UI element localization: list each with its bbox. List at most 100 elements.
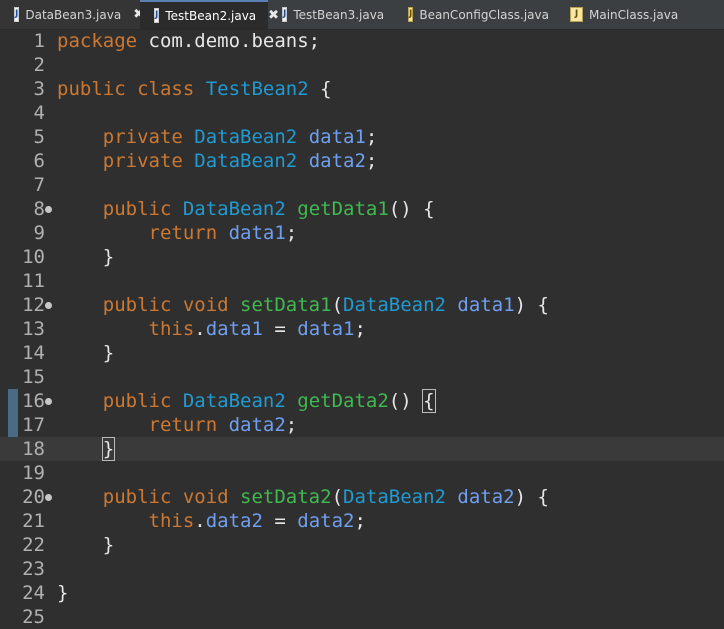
tab-beanconfigclass-java[interactable]: J BeanConfigClass.java (394, 0, 556, 29)
code-token: return (148, 222, 229, 244)
code-line-17[interactable]: 17 return data2; (0, 413, 724, 437)
matching-bracket: } (101, 437, 116, 461)
code-token: } (57, 246, 115, 268)
code-token: private (102, 150, 195, 172)
code-line-18[interactable]: 18 } (0, 437, 724, 461)
code-line-21[interactable]: 21 this.data2 = data2; (0, 509, 724, 533)
tab-testbean2-java[interactable]: J TestBean2.java ✖ (140, 0, 279, 29)
code-token: public class (57, 78, 206, 100)
code-line-13[interactable]: 13 this.data1 = data1; (0, 317, 724, 341)
code-line-11[interactable]: 11 (0, 269, 724, 293)
code-text: return data2; (57, 413, 298, 437)
code-token: public (102, 390, 183, 412)
code-text: } (57, 245, 114, 269)
code-line-6[interactable]: 6 private DataBean2 data2; (0, 149, 724, 173)
code-token: getData1 (297, 198, 389, 220)
code-line-14[interactable]: 14 } (0, 341, 724, 365)
tab-label: TestBean2.java (165, 8, 257, 23)
line-number: 2 (33, 54, 45, 76)
code-line-4[interactable]: 4 (0, 101, 724, 125)
code-line-19[interactable]: 19 (0, 461, 724, 485)
code-token: data1 (205, 318, 263, 340)
code-token: ; (365, 150, 378, 172)
tab-label: BeanConfigClass.java (419, 7, 549, 22)
line-number: 4 (33, 102, 45, 124)
code-token: data1 (308, 126, 366, 148)
code-token: setData2 (240, 486, 332, 508)
code-line-16[interactable]: 16 public DataBean2 getData2() { (0, 389, 724, 413)
fold-toggle-icon[interactable] (45, 302, 52, 309)
fold-toggle-icon[interactable] (45, 206, 52, 213)
code-token: data2 (308, 150, 366, 172)
code-token: ) { (514, 294, 549, 316)
code-token: ; (365, 126, 378, 148)
code-token: ( (331, 486, 344, 508)
code-text: return data1; (57, 221, 298, 245)
code-text: } (57, 581, 68, 605)
code-token: data1 (457, 294, 515, 316)
code-line-10[interactable]: 10 } (0, 245, 724, 269)
code-token: data2 (457, 486, 515, 508)
code-token: } (57, 534, 115, 556)
code-line-24[interactable]: 24} (0, 581, 724, 605)
code-line-8[interactable]: 8 public DataBean2 getData1() { (0, 197, 724, 221)
code-token: public void (102, 486, 241, 508)
code-text: } (57, 341, 114, 365)
tab-databean3-java[interactable]: J DataBean3.java ✖ (0, 0, 144, 29)
code-token: package (57, 30, 138, 52)
code-line-9[interactable]: 9 return data1; (0, 221, 724, 245)
code-token: TestBean2 (205, 78, 309, 100)
code-line-25[interactable]: 25 (0, 605, 724, 629)
code-token: DataBean2 (194, 150, 298, 172)
fold-toggle-icon[interactable] (45, 398, 52, 405)
matching-bracket: { (422, 389, 436, 413)
code-line-2[interactable]: 2 (0, 53, 724, 77)
line-number: 5 (33, 126, 45, 148)
code-text: public DataBean2 getData1() { (57, 197, 435, 221)
code-token: ; (285, 222, 298, 244)
code-token: private (102, 126, 195, 148)
code-text: this.data1 = data1; (57, 317, 366, 341)
code-token: . (194, 510, 206, 532)
line-number: 14 (22, 342, 45, 364)
code-line-3[interactable]: 3 public class TestBean2 { (0, 77, 724, 101)
java-file-icon: J (154, 8, 160, 23)
code-token: com.demo.beans; (137, 30, 321, 52)
tab-testbean3-java[interactable]: J TestBean3.java (268, 0, 394, 29)
code-editor[interactable]: 1 package com.demo.beans; 2 3 public class T… (0, 29, 724, 628)
code-line-5[interactable]: 5 private DataBean2 data1; (0, 125, 724, 149)
code-token: () { (388, 198, 435, 220)
code-text: private DataBean2 data2; (57, 149, 378, 173)
code-line-12[interactable]: 12 public void setData1(DataBean2 data1)… (0, 293, 724, 317)
line-number: 20 (22, 486, 45, 508)
line-number: 17 (22, 414, 45, 436)
code-token: data2 (297, 510, 355, 532)
code-token: DataBean2 (343, 486, 446, 508)
line-number: 16 (22, 390, 45, 412)
code-line-15[interactable]: 15 (0, 365, 724, 389)
code-token: data2 (205, 510, 263, 532)
code-token: ( (331, 294, 344, 316)
code-line-22[interactable]: 22 } (0, 533, 724, 557)
code-line-7[interactable]: 7 (0, 173, 724, 197)
text-caret (114, 438, 116, 458)
line-number: 22 (22, 534, 45, 556)
code-text: public class TestBean2 { (57, 77, 332, 101)
fold-toggle-icon[interactable] (45, 494, 52, 501)
tab-mainclass-java[interactable]: J MainClass.java (556, 0, 692, 29)
code-line-23[interactable]: 23 (0, 557, 724, 581)
line-number: 24 (22, 582, 45, 604)
line-number: 23 (22, 558, 45, 580)
code-line-1[interactable]: 1 package com.demo.beans; (0, 29, 724, 53)
config-java-file-icon: J (408, 7, 414, 22)
code-line-20[interactable]: 20 public void setData2(DataBean2 data2)… (0, 485, 724, 509)
line-number: 19 (22, 462, 45, 484)
